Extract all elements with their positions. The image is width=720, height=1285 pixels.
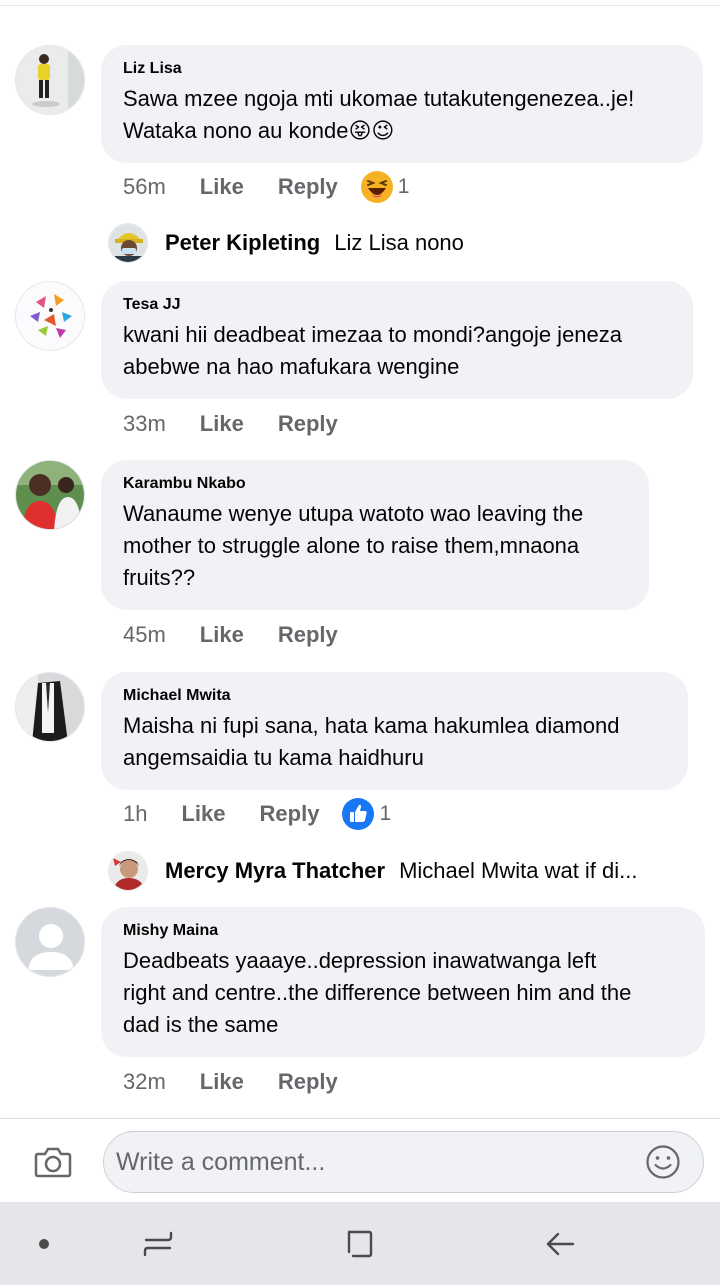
comment-bubble[interactable]: Liz Lisa Sawa mzee ngoja mti ukomae tuta… [101, 45, 703, 163]
like-button[interactable]: Like [200, 411, 244, 437]
comment-author[interactable]: Liz Lisa [123, 59, 681, 79]
comment-text: Wanaume wenye utupa watoto wao leaving t… [123, 501, 584, 590]
comment-bubble[interactable]: Karambu Nkabo Wanaume wenye utupa watoto… [101, 460, 649, 610]
comment-text: Deadbeats yaaaye..depression inawatwanga… [123, 948, 632, 1037]
dot-icon[interactable] [24, 1224, 64, 1264]
reply-button[interactable]: Reply [278, 622, 338, 648]
recent-apps-icon[interactable] [138, 1224, 178, 1264]
camera-icon[interactable] [34, 1145, 72, 1179]
avatar[interactable] [15, 672, 85, 742]
reply-author[interactable]: Peter Kipleting [165, 230, 320, 256]
reply-preview[interactable]: Peter Kipleting Liz Lisa nono [108, 221, 464, 265]
home-icon[interactable] [339, 1224, 379, 1264]
comment-actions: 33m Like Reply [123, 409, 338, 439]
like-button[interactable]: Like [200, 1069, 244, 1095]
comment-text: Sawa mzee ngoja mti ukomae tutakutengene… [123, 86, 635, 143]
emoji-icon[interactable] [645, 1144, 681, 1180]
comment-input-box[interactable] [103, 1131, 704, 1193]
comment-text: Maisha ni fupi sana, hata kama hakumlea … [123, 713, 620, 770]
reply-text: Liz Lisa nono [334, 230, 464, 255]
comment-actions: 1h Like Reply 1 [123, 797, 391, 831]
reply-avatar[interactable] [108, 223, 148, 263]
like-button[interactable]: Like [200, 174, 244, 200]
laugh-reaction-icon [360, 171, 393, 203]
reply-button[interactable]: Reply [278, 411, 338, 437]
reaction-summary[interactable]: 1 [341, 797, 391, 831]
reply-author[interactable]: Mercy Myra Thatcher [165, 858, 385, 884]
reply-preview[interactable]: Mercy Myra Thatcher Michael Mwita wat if… [108, 849, 638, 893]
reaction-count: 1 [397, 175, 410, 198]
comment-bubble[interactable]: Mishy Maina Deadbeats yaaaye..depression… [101, 907, 705, 1057]
reply-avatar[interactable] [108, 851, 148, 891]
like-button[interactable]: Like [181, 801, 225, 827]
like-reaction-icon [342, 798, 375, 830]
comment-author[interactable]: Tesa JJ [123, 295, 671, 315]
reaction-summary[interactable]: 1 [360, 170, 410, 204]
comment-time[interactable]: 1h [123, 801, 147, 827]
avatar[interactable] [15, 281, 85, 351]
default-avatar-icon [16, 908, 84, 976]
comment-actions: 56m Like Reply 1 [123, 170, 410, 204]
comment-actions: 32m Like Reply [123, 1067, 338, 1097]
reply-button[interactable]: Reply [278, 1069, 338, 1095]
comment-text: kwani hii deadbeat imezaa to mondi?angoj… [123, 322, 623, 379]
comment-author[interactable]: Karambu Nkabo [123, 474, 627, 494]
comment-actions: 45m Like Reply [123, 620, 338, 650]
comment-author[interactable]: Michael Mwita [123, 686, 666, 706]
comment-input[interactable] [116, 1132, 636, 1192]
comment-bubble[interactable]: Tesa JJ kwani hii deadbeat imezaa to mon… [101, 281, 693, 399]
back-icon[interactable] [540, 1224, 580, 1264]
comment-time[interactable]: 33m [123, 411, 166, 437]
reply-button[interactable]: Reply [260, 801, 320, 827]
system-navbar [0, 1202, 720, 1285]
avatar[interactable] [15, 907, 85, 977]
avatar[interactable] [15, 460, 85, 530]
like-button[interactable]: Like [200, 622, 244, 648]
comment-time[interactable]: 32m [123, 1069, 166, 1095]
comment-bubble[interactable]: Michael Mwita Maisha ni fupi sana, hata … [101, 672, 688, 790]
top-divider [0, 0, 720, 6]
reaction-count: 1 [379, 802, 392, 825]
avatar[interactable] [15, 45, 85, 115]
comment-time[interactable]: 45m [123, 622, 166, 648]
reply-button[interactable]: Reply [278, 174, 338, 200]
comment-author[interactable]: Mishy Maina [123, 921, 683, 941]
reply-text: Michael Mwita wat if di... [399, 858, 638, 883]
comment-time[interactable]: 56m [123, 174, 166, 200]
comment-composer [0, 1118, 720, 1202]
